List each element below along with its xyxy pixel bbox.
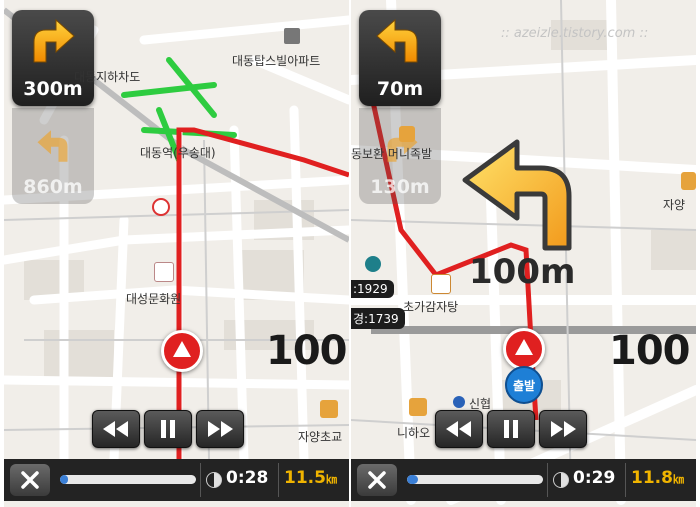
- rewind-button[interactable]: [92, 410, 140, 448]
- big-turn-left-arrow-icon: [462, 139, 572, 251]
- clock-icon: [206, 472, 222, 488]
- divider: [278, 463, 279, 497]
- fast-forward-icon: [208, 421, 233, 437]
- close-icon: [21, 471, 39, 489]
- turn-left-arrow-icon: [376, 18, 418, 63]
- culture-hall-icon: [154, 262, 174, 282]
- pause-button[interactable]: [144, 410, 192, 448]
- close-button[interactable]: [357, 464, 397, 496]
- poi-hotel: 니하오: [397, 426, 431, 440]
- elapsed-time: 0:29: [573, 468, 616, 488]
- map-panel-right: :: azeizle.tistory.com :: 70m 130m 100m …: [351, 0, 696, 507]
- school-icon: [681, 172, 696, 190]
- progress-fill: [60, 475, 69, 484]
- fast-forward-button[interactable]: [196, 410, 244, 448]
- side-tag-2: 경:1739: [351, 308, 405, 329]
- food-icon: [431, 274, 451, 294]
- distance-value: 11.8: [631, 468, 673, 488]
- next-turn-distance: 130m: [370, 176, 430, 198]
- turn-right-arrow-icon: [33, 18, 75, 63]
- divider: [200, 463, 201, 497]
- close-button[interactable]: [10, 464, 50, 496]
- side-tag-1: :1929: [351, 280, 394, 298]
- subway-icon: [365, 256, 381, 272]
- playback-bar: 0:29 11.8㎞: [351, 459, 696, 501]
- turn-left-arrow-icon: [37, 130, 68, 162]
- hospital-icon: [152, 198, 170, 216]
- poi-hall: 대성문화원: [126, 292, 182, 306]
- current-turn-card: 70m: [359, 10, 441, 106]
- playback-bar: 0:28 11.5㎞: [4, 459, 349, 501]
- poi-right-edge: 자양: [663, 198, 686, 212]
- progress-slider[interactable]: [407, 475, 543, 484]
- divider: [625, 463, 626, 497]
- map-panel-left: 300m 860m 대동지하차도 대동탑스빌아파트 대동역(우송대) 대성문화원…: [4, 0, 349, 507]
- total-distance: 11.5㎞: [284, 468, 337, 488]
- poi-shop: 동보환 머니족발: [351, 147, 433, 161]
- rewind-icon: [446, 421, 471, 437]
- pause-button[interactable]: [487, 410, 535, 448]
- poi-underpass: 대동지하차도: [74, 70, 141, 84]
- heading-arrow-icon: [515, 339, 533, 355]
- clock-icon: [553, 472, 569, 488]
- current-position-marker: [161, 330, 203, 372]
- close-icon: [368, 471, 386, 489]
- school-icon: [320, 400, 338, 418]
- start-pin: 출발: [505, 366, 543, 404]
- rewind-icon: [103, 421, 128, 437]
- poi-school: 자양초교: [298, 430, 343, 444]
- fast-forward-button[interactable]: [539, 410, 587, 448]
- restaurant-icon: [399, 126, 415, 142]
- playback-controls: [92, 410, 244, 448]
- speed-limit: 100: [266, 328, 347, 374]
- hotel-icon: [409, 398, 427, 416]
- current-turn-distance: 70m: [376, 78, 424, 100]
- current-position-marker: [503, 328, 545, 370]
- pause-icon: [504, 420, 518, 438]
- current-turn-card: 300m: [12, 10, 94, 106]
- divider: [547, 463, 548, 497]
- apartment-icon: [284, 28, 300, 44]
- elapsed-time: 0:28: [226, 468, 269, 488]
- big-turn-distance: 100m: [469, 252, 576, 292]
- fast-forward-icon: [551, 421, 576, 437]
- distance-unit: ㎞: [325, 473, 337, 486]
- next-turn-distance: 860m: [23, 176, 83, 198]
- progress-slider[interactable]: [60, 475, 196, 484]
- playback-controls: [435, 410, 587, 448]
- watermark: :: azeizle.tistory.com ::: [501, 26, 649, 41]
- poi-station: 대동역(우송대): [140, 146, 216, 160]
- next-turn-card: 860m: [12, 108, 94, 204]
- progress-fill: [407, 475, 418, 484]
- total-distance: 11.8㎞: [631, 468, 684, 488]
- distance-value: 11.5: [284, 468, 326, 488]
- speed-limit: 100: [609, 328, 690, 374]
- heading-arrow-icon: [173, 341, 191, 357]
- poi-restaurant: 초가감자탕: [403, 300, 459, 314]
- bank-icon: [453, 396, 465, 408]
- rewind-button[interactable]: [435, 410, 483, 448]
- pause-icon: [161, 420, 175, 438]
- poi-apartment: 대동탑스빌아파트: [232, 54, 321, 68]
- distance-unit: ㎞: [672, 473, 684, 486]
